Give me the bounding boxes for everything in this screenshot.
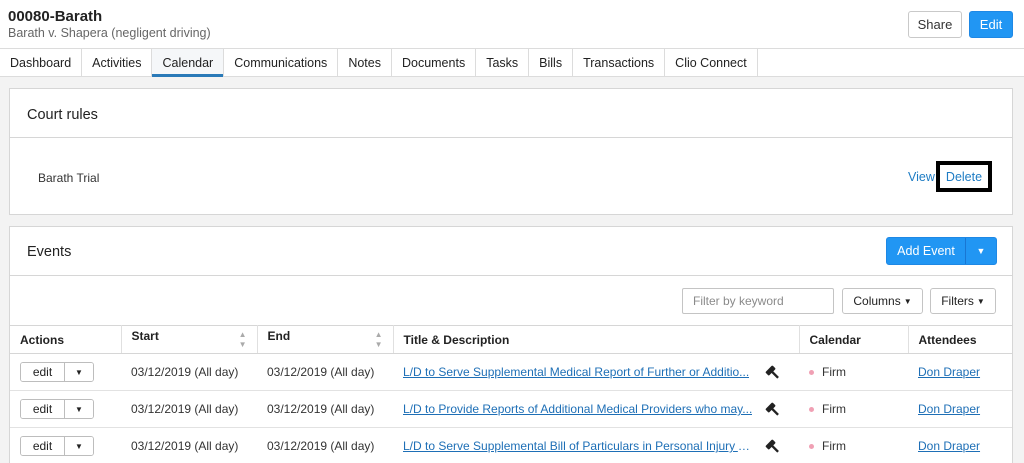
event-end: 03/12/2019 (All day) — [257, 390, 393, 428]
divider — [10, 137, 1012, 138]
tab-calendar[interactable]: Calendar — [152, 49, 225, 77]
col-label: Start — [131, 329, 159, 343]
attendee-link[interactable]: Don Draper — [918, 439, 980, 453]
table-row: edit ▼ 03/12/2019 (All day) 03/12/2019 (A… — [10, 353, 1012, 391]
chevron-down-icon[interactable]: ▼ — [65, 400, 93, 418]
event-start: 03/12/2019 (All day) — [121, 353, 257, 391]
tab-transactions[interactable]: Transactions — [573, 49, 666, 77]
col-calendar: Calendar — [799, 325, 909, 354]
row-edit-group: edit ▼ — [20, 399, 94, 419]
table-header-row: Actions Start ▲ ▼ End ▲ ▼ Title & Descriptio… — [10, 325, 1012, 354]
filters-button[interactable]: Filters ▼ — [930, 288, 996, 314]
col-label: Title & Description — [403, 332, 510, 347]
gavel-icon — [765, 439, 779, 453]
columns-button[interactable]: Columns ▼ — [842, 288, 923, 314]
tab-bills[interactable]: Bills — [529, 49, 574, 77]
matter-title: 00080-Barath — [8, 8, 103, 25]
events-heading: Events — [27, 244, 72, 260]
tab-notes[interactable]: Notes — [338, 49, 392, 77]
sort-icon[interactable]: ▲ ▼ — [375, 330, 383, 350]
event-title-link[interactable]: L/D to Serve Supplemental Medical Report… — [403, 365, 749, 379]
divider — [10, 275, 1012, 276]
matter-tabs: Dashboard Activities Calendar Communicat… — [0, 48, 1024, 77]
matter-header: 00080-Barath Barath v. Shapera (negligen… — [0, 0, 1024, 48]
delete-court-rule-link[interactable]: Delete — [936, 161, 992, 192]
chevron-down-icon[interactable]: ▼ — [65, 437, 93, 455]
event-end: 03/12/2019 (All day) — [257, 353, 393, 391]
tab-tasks[interactable]: Tasks — [476, 49, 530, 77]
attendee-link[interactable]: Don Draper — [918, 365, 980, 379]
col-actions: Actions — [10, 325, 122, 354]
event-calendar: Firm — [799, 390, 908, 428]
row-edit-group: edit ▼ — [20, 362, 94, 382]
view-court-rule-link[interactable]: View — [908, 170, 935, 184]
calendar-name: Firm — [822, 439, 846, 453]
col-attendees: Attendees — [908, 325, 1012, 354]
court-rule-name: Barath Trial — [38, 171, 100, 185]
chevron-down-icon[interactable]: ▼ — [65, 363, 93, 381]
col-title-description: Title & Description — [393, 325, 800, 354]
calendar-color-dot — [809, 444, 814, 450]
events-panel: Events Add Event ▼ Columns ▼ Filters ▼ A… — [9, 226, 1013, 463]
gavel-icon — [765, 365, 779, 379]
col-label: Attendees — [918, 332, 977, 347]
calendar-name: Firm — [822, 402, 846, 416]
add-event-label[interactable]: Add Event — [887, 238, 966, 264]
tab-clio-connect[interactable]: Clio Connect — [665, 49, 758, 77]
edit-event-button[interactable]: edit — [21, 363, 65, 381]
court-rules-panel: Court rules Barath Trial View Delete — [9, 88, 1013, 215]
event-calendar: Firm — [799, 353, 908, 391]
filter-keyword-input[interactable] — [682, 288, 834, 314]
edit-event-button[interactable]: edit — [21, 437, 65, 455]
tab-documents[interactable]: Documents — [392, 49, 477, 77]
calendar-color-dot — [809, 407, 814, 413]
table-row: edit ▼ 03/12/2019 (All day) 03/12/2019 (A… — [10, 427, 1012, 463]
caret-down-icon: ▼ — [976, 296, 985, 306]
col-label: Calendar — [809, 332, 861, 347]
col-start[interactable]: Start ▲ ▼ — [121, 325, 258, 354]
calendar-color-dot — [809, 370, 814, 376]
share-button[interactable]: Share — [908, 11, 962, 38]
tab-activities[interactable]: Activities — [82, 49, 153, 77]
chevron-down-icon[interactable]: ▼ — [966, 238, 996, 264]
gavel-icon — [765, 402, 779, 416]
calendar-name: Firm — [822, 365, 846, 379]
filters-label: Filters — [941, 294, 974, 308]
court-rules-heading: Court rules — [27, 107, 98, 123]
matter-subtitle: Barath v. Shapera (negligent driving) — [8, 26, 211, 40]
col-label: End — [267, 329, 291, 343]
tab-communications[interactable]: Communications — [224, 49, 339, 77]
row-edit-group: edit ▼ — [20, 436, 94, 456]
delete-label: Delete — [945, 169, 983, 184]
event-end: 03/12/2019 (All day) — [257, 427, 393, 463]
event-title-link[interactable]: L/D to Provide Reports of Additional Med… — [403, 402, 752, 416]
table-row: edit ▼ 03/12/2019 (All day) 03/12/2019 (A… — [10, 390, 1012, 428]
edit-matter-button[interactable]: Edit — [969, 11, 1013, 38]
events-table: Actions Start ▲ ▼ End ▲ ▼ Title & Descriptio… — [10, 325, 1012, 463]
event-start: 03/12/2019 (All day) — [121, 427, 257, 463]
col-label: Actions — [20, 332, 65, 347]
event-title-link[interactable]: L/D to Serve Supplemental Bill of Partic… — [403, 439, 753, 453]
event-start: 03/12/2019 (All day) — [121, 390, 257, 428]
columns-label: Columns — [853, 294, 901, 308]
caret-down-icon: ▼ — [903, 296, 912, 306]
event-calendar: Firm — [799, 427, 908, 463]
col-end[interactable]: End ▲ ▼ — [257, 325, 394, 354]
add-event-button[interactable]: Add Event ▼ — [886, 237, 997, 265]
tab-dashboard[interactable]: Dashboard — [0, 49, 83, 77]
sort-icon[interactable]: ▲ ▼ — [239, 330, 247, 350]
edit-event-button[interactable]: edit — [21, 400, 65, 418]
attendee-link[interactable]: Don Draper — [918, 402, 980, 416]
